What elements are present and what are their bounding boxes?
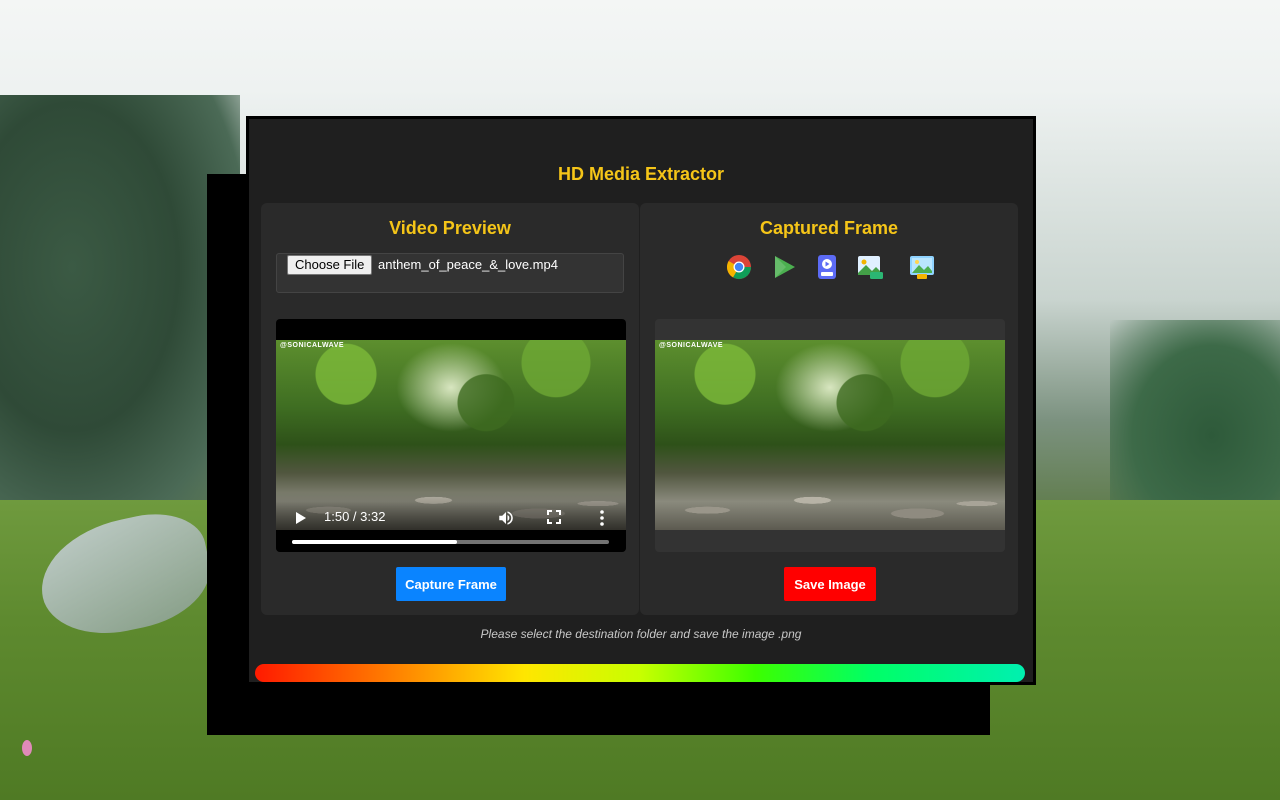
video-preview-title: Video Preview: [389, 218, 511, 238]
background-forest-right: [1110, 320, 1280, 530]
capture-frame-button[interactable]: Capture Frame: [396, 567, 506, 601]
background-flower: [22, 740, 32, 756]
tool-icon-row: [640, 253, 1018, 283]
captured-frame-image: @SONICALWAVE: [655, 340, 1005, 530]
selected-file-name: anthem_of_peace_&_love.mp4: [378, 257, 558, 272]
background-forest-left: [0, 95, 240, 525]
captured-frame-title: Captured Frame: [759, 218, 899, 238]
save-image-button[interactable]: Save Image: [784, 567, 876, 601]
video-progress-fill: [292, 540, 457, 544]
rainbow-progress-bar: [255, 664, 1025, 682]
play-icon[interactable]: [296, 512, 306, 524]
video-progress-bar[interactable]: [292, 540, 609, 544]
play-store-icon[interactable]: [770, 253, 798, 281]
app-title: HD Media Extractor: [557, 164, 725, 184]
fullscreen-icon[interactable]: [547, 510, 561, 524]
time-display: 1:50 / 3:32: [324, 509, 386, 524]
video-watermark: @SONICALWAVE: [280, 342, 345, 349]
mp4-file-icon[interactable]: [813, 253, 841, 281]
hd-image-icon[interactable]: [908, 253, 936, 281]
volume-icon[interactable]: [497, 509, 515, 527]
footer-note: Please select the destination folder and…: [480, 627, 802, 641]
video-player[interactable]: @SONICALWAVE 1:50 / 3:32: [276, 319, 626, 552]
video-surface[interactable]: @SONICALWAVE 1:50 / 3:32: [276, 319, 626, 552]
video-controls: 1:50 / 3:32: [276, 492, 626, 552]
captured-frame-box: @SONICALWAVE: [655, 319, 1005, 552]
chrome-icon[interactable]: [725, 253, 753, 281]
frame-watermark: @SONICALWAVE: [659, 342, 724, 349]
choose-file-button[interactable]: Choose File: [287, 255, 373, 275]
png-image-icon[interactable]: [856, 253, 884, 281]
app-window: HD Media Extractor Video Preview Choose …: [246, 116, 1036, 685]
file-input[interactable]: Choose File anthem_of_peace_&_love.mp4: [276, 253, 624, 293]
more-options-icon[interactable]: [596, 509, 608, 527]
captured-frame-panel: Captured Frame @SONICALWAVE Save Image: [640, 203, 1018, 615]
video-preview-panel: Video Preview Choose File anthem_of_peac…: [261, 203, 639, 615]
